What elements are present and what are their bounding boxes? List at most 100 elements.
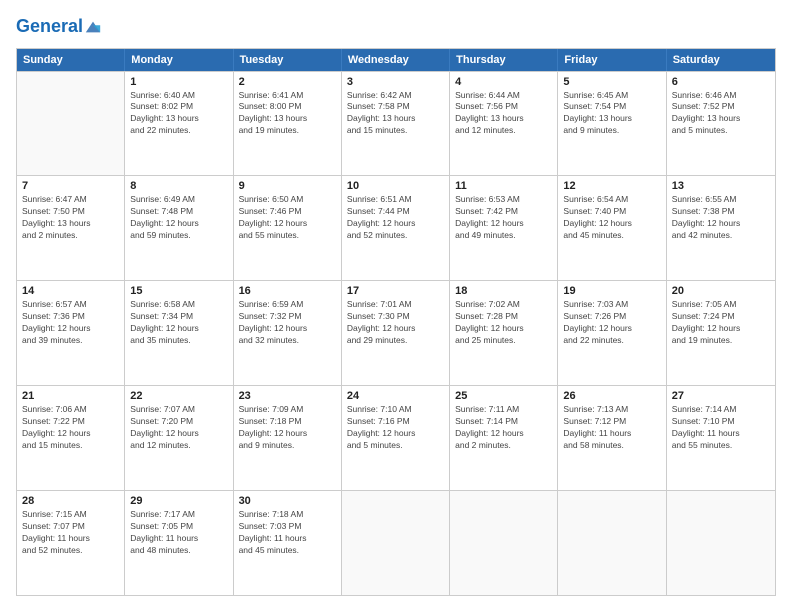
day-info: Sunrise: 6:51 AM Sunset: 7:44 PM Dayligh… <box>347 194 444 242</box>
calendar-cell: 20 Sunrise: 7:05 AM Sunset: 7:24 PM Dayli… <box>667 281 775 385</box>
calendar-cell: 26 Sunrise: 7:13 AM Sunset: 7:12 PM Dayli… <box>558 386 666 490</box>
day-number: 7 <box>22 180 119 192</box>
day-number: 19 <box>563 285 660 297</box>
logo-text: General <box>16 16 83 38</box>
day-number: 12 <box>563 180 660 192</box>
day-number: 2 <box>239 76 336 88</box>
day-info: Sunrise: 6:53 AM Sunset: 7:42 PM Dayligh… <box>455 194 552 242</box>
calendar-cell: 25 Sunrise: 7:11 AM Sunset: 7:14 PM Dayli… <box>450 386 558 490</box>
day-number: 24 <box>347 390 444 402</box>
day-info: Sunrise: 7:01 AM Sunset: 7:30 PM Dayligh… <box>347 299 444 347</box>
calendar-cell: 27 Sunrise: 7:14 AM Sunset: 7:10 PM Dayli… <box>667 386 775 490</box>
calendar-cell: 2 Sunrise: 6:41 AM Sunset: 8:00 PM Daylig… <box>234 72 342 176</box>
logo: General <box>16 16 102 38</box>
day-info: Sunrise: 7:11 AM Sunset: 7:14 PM Dayligh… <box>455 404 552 452</box>
calendar-cell: 18 Sunrise: 7:02 AM Sunset: 7:28 PM Dayli… <box>450 281 558 385</box>
day-number: 1 <box>130 76 227 88</box>
calendar-body: 1 Sunrise: 6:40 AM Sunset: 8:02 PM Daylig… <box>17 71 775 595</box>
calendar-cell: 9Sunrise: 6:50 AM Sunset: 7:46 PM Daylig… <box>234 176 342 280</box>
header-day-sunday: Sunday <box>17 49 125 71</box>
page: General SundayMondayTuesdayWednesdayThur… <box>0 0 792 612</box>
day-info: Sunrise: 7:18 AM Sunset: 7:03 PM Dayligh… <box>239 509 336 557</box>
calendar-cell: 6 Sunrise: 6:46 AM Sunset: 7:52 PM Daylig… <box>667 72 775 176</box>
day-info: Sunrise: 6:44 AM Sunset: 7:56 PM Dayligh… <box>455 90 552 138</box>
calendar-cell: 12Sunrise: 6:54 AM Sunset: 7:40 PM Dayli… <box>558 176 666 280</box>
calendar-cell: 21 Sunrise: 7:06 AM Sunset: 7:22 PM Dayli… <box>17 386 125 490</box>
calendar-cell: 16Sunrise: 6:59 AM Sunset: 7:32 PM Dayli… <box>234 281 342 385</box>
calendar-cell <box>450 491 558 595</box>
day-info: Sunrise: 7:07 AM Sunset: 7:20 PM Dayligh… <box>130 404 227 452</box>
calendar-row-1: 7 Sunrise: 6:47 AM Sunset: 7:50 PM Daylig… <box>17 175 775 280</box>
day-info: Sunrise: 7:09 AM Sunset: 7:18 PM Dayligh… <box>239 404 336 452</box>
day-info: Sunrise: 6:50 AM Sunset: 7:46 PM Dayligh… <box>239 194 336 242</box>
day-info: Sunrise: 7:06 AM Sunset: 7:22 PM Dayligh… <box>22 404 119 452</box>
calendar-cell <box>667 491 775 595</box>
calendar: SundayMondayTuesdayWednesdayThursdayFrid… <box>16 48 776 596</box>
calendar-cell: 17Sunrise: 7:01 AM Sunset: 7:30 PM Dayli… <box>342 281 450 385</box>
day-info: Sunrise: 6:41 AM Sunset: 8:00 PM Dayligh… <box>239 90 336 138</box>
day-number: 29 <box>130 495 227 507</box>
calendar-cell: 1 Sunrise: 6:40 AM Sunset: 8:02 PM Daylig… <box>125 72 233 176</box>
day-number: 14 <box>22 285 119 297</box>
calendar-cell: 30 Sunrise: 7:18 AM Sunset: 7:03 PM Dayli… <box>234 491 342 595</box>
day-number: 25 <box>455 390 552 402</box>
header-day-tuesday: Tuesday <box>234 49 342 71</box>
day-info: Sunrise: 6:45 AM Sunset: 7:54 PM Dayligh… <box>563 90 660 138</box>
day-number: 30 <box>239 495 336 507</box>
day-number: 28 <box>22 495 119 507</box>
day-info: Sunrise: 7:02 AM Sunset: 7:28 PM Dayligh… <box>455 299 552 347</box>
calendar-header: SundayMondayTuesdayWednesdayThursdayFrid… <box>17 49 775 71</box>
day-info: Sunrise: 6:58 AM Sunset: 7:34 PM Dayligh… <box>130 299 227 347</box>
day-number: 5 <box>563 76 660 88</box>
day-number: 16 <box>239 285 336 297</box>
header-day-wednesday: Wednesday <box>342 49 450 71</box>
day-number: 3 <box>347 76 444 88</box>
day-number: 21 <box>22 390 119 402</box>
day-info: Sunrise: 7:05 AM Sunset: 7:24 PM Dayligh… <box>672 299 770 347</box>
calendar-cell: 13Sunrise: 6:55 AM Sunset: 7:38 PM Dayli… <box>667 176 775 280</box>
header-day-friday: Friday <box>558 49 666 71</box>
day-number: 13 <box>672 180 770 192</box>
calendar-cell: 29 Sunrise: 7:17 AM Sunset: 7:05 PM Dayli… <box>125 491 233 595</box>
day-info: Sunrise: 6:47 AM Sunset: 7:50 PM Dayligh… <box>22 194 119 242</box>
day-number: 26 <box>563 390 660 402</box>
day-number: 22 <box>130 390 227 402</box>
day-info: Sunrise: 7:17 AM Sunset: 7:05 PM Dayligh… <box>130 509 227 557</box>
day-info: Sunrise: 6:40 AM Sunset: 8:02 PM Dayligh… <box>130 90 227 138</box>
calendar-cell: 15 Sunrise: 6:58 AM Sunset: 7:34 PM Dayli… <box>125 281 233 385</box>
calendar-cell: 7 Sunrise: 6:47 AM Sunset: 7:50 PM Daylig… <box>17 176 125 280</box>
calendar-cell: 24Sunrise: 7:10 AM Sunset: 7:16 PM Dayli… <box>342 386 450 490</box>
day-info: Sunrise: 7:03 AM Sunset: 7:26 PM Dayligh… <box>563 299 660 347</box>
calendar-row-2: 14Sunrise: 6:57 AM Sunset: 7:36 PM Dayli… <box>17 280 775 385</box>
header-day-saturday: Saturday <box>667 49 775 71</box>
calendar-cell: 3Sunrise: 6:42 AM Sunset: 7:58 PM Daylig… <box>342 72 450 176</box>
day-number: 4 <box>455 76 552 88</box>
calendar-row-3: 21 Sunrise: 7:06 AM Sunset: 7:22 PM Dayli… <box>17 385 775 490</box>
calendar-cell: 19 Sunrise: 7:03 AM Sunset: 7:26 PM Dayli… <box>558 281 666 385</box>
header: General <box>16 16 776 38</box>
day-info: Sunrise: 7:13 AM Sunset: 7:12 PM Dayligh… <box>563 404 660 452</box>
calendar-cell: 10Sunrise: 6:51 AM Sunset: 7:44 PM Dayli… <box>342 176 450 280</box>
day-info: Sunrise: 7:15 AM Sunset: 7:07 PM Dayligh… <box>22 509 119 557</box>
calendar-cell: 22 Sunrise: 7:07 AM Sunset: 7:20 PM Dayli… <box>125 386 233 490</box>
calendar-cell <box>558 491 666 595</box>
header-day-thursday: Thursday <box>450 49 558 71</box>
day-info: Sunrise: 6:49 AM Sunset: 7:48 PM Dayligh… <box>130 194 227 242</box>
day-number: 6 <box>672 76 770 88</box>
calendar-row-0: 1 Sunrise: 6:40 AM Sunset: 8:02 PM Daylig… <box>17 71 775 176</box>
calendar-cell: 5 Sunrise: 6:45 AM Sunset: 7:54 PM Daylig… <box>558 72 666 176</box>
day-info: Sunrise: 6:46 AM Sunset: 7:52 PM Dayligh… <box>672 90 770 138</box>
calendar-cell: 28 Sunrise: 7:15 AM Sunset: 7:07 PM Dayli… <box>17 491 125 595</box>
calendar-cell: 14Sunrise: 6:57 AM Sunset: 7:36 PM Dayli… <box>17 281 125 385</box>
day-number: 15 <box>130 285 227 297</box>
calendar-cell <box>342 491 450 595</box>
calendar-cell: 23Sunrise: 7:09 AM Sunset: 7:18 PM Dayli… <box>234 386 342 490</box>
calendar-cell: 4 Sunrise: 6:44 AM Sunset: 7:56 PM Daylig… <box>450 72 558 176</box>
day-info: Sunrise: 7:14 AM Sunset: 7:10 PM Dayligh… <box>672 404 770 452</box>
calendar-cell: 8Sunrise: 6:49 AM Sunset: 7:48 PM Daylig… <box>125 176 233 280</box>
calendar-row-4: 28 Sunrise: 7:15 AM Sunset: 7:07 PM Dayli… <box>17 490 775 595</box>
day-number: 20 <box>672 285 770 297</box>
day-number: 27 <box>672 390 770 402</box>
calendar-cell <box>17 72 125 176</box>
day-number: 18 <box>455 285 552 297</box>
